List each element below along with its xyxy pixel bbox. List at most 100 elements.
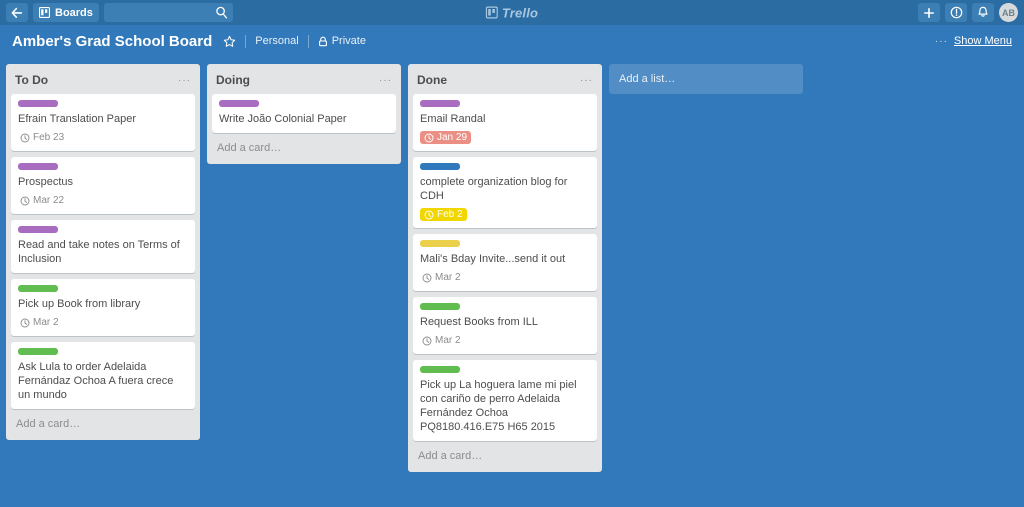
show-menu-group: ··· Show Menu [935,35,1012,47]
add-card-button[interactable]: Add a card… [408,441,602,470]
card-label[interactable] [420,163,460,170]
card[interactable]: Write João Colonial Paper [212,94,396,133]
lock-icon [318,36,328,47]
due-date-label: Feb 2 [437,209,463,220]
list-header: Doing ··· [207,64,401,94]
card-title: complete organization blog for CDH [420,176,568,202]
list-column: To Do ··· Efrain Translation Paper Feb 23 Pr… [6,64,200,440]
due-date-badge[interactable]: Jan 29 [420,131,472,144]
list-title[interactable]: To Do [15,73,48,87]
avatar[interactable]: AB [999,3,1018,22]
card-label[interactable] [18,100,58,107]
board-icon [39,7,50,18]
info-icon [950,6,963,19]
logo-wordmark: Trello [501,5,539,20]
list-column: Done ··· Email Randal Jan 29 complete organi… [408,64,602,472]
card-list: Efrain Translation Paper Feb 23 Prospectus… [6,94,200,409]
bell-icon [977,6,989,19]
card-meta: Feb 23 [18,131,188,144]
card[interactable]: Request Books from ILL Mar 2 [413,297,597,354]
list-menu-icon[interactable]: ··· [379,75,392,86]
visibility-label: Private [331,35,366,47]
card-title: Read and take notes on Terms of Inclusio… [18,239,180,265]
search-input[interactable] [103,6,272,19]
search-box[interactable] [103,3,272,22]
arrow-left-icon [11,7,23,19]
card[interactable]: Mali's Bday Invite...send it out Mar 2 [413,234,597,291]
card-title: Pick up La hoguera lame mi piel con cari… [420,379,577,433]
card-label[interactable] [420,366,460,373]
clock-icon [424,133,434,143]
star-icon[interactable] [223,35,236,48]
trello-logo[interactable]: Trello [485,5,539,20]
info-button[interactable] [945,3,967,22]
card-meta: Feb 2 [420,208,590,221]
card[interactable]: Read and take notes on Terms of Inclusio… [11,220,195,273]
due-date-badge[interactable]: Mar 2 [18,316,63,329]
card-label[interactable] [420,240,460,247]
card-meta: Jan 29 [420,131,590,144]
card-meta: Mar 22 [18,194,188,207]
list-title[interactable]: Done [417,73,447,87]
due-date-label: Feb 23 [33,132,65,143]
card-title: Ask Lula to order Adelaida Fernándaz Och… [18,361,174,401]
card-title: Prospectus [18,176,74,188]
boards-button[interactable]: Boards [33,3,99,22]
add-card-button[interactable]: Add a card… [6,409,200,438]
due-date-label: Mar 2 [33,317,59,328]
back-button[interactable] [6,3,28,22]
due-date-label: Mar 2 [435,272,461,283]
card[interactable]: Prospectus Mar 22 [11,157,195,214]
card-title: Mali's Bday Invite...send it out [420,253,566,265]
board-canvas: To Do ··· Efrain Translation Paper Feb 23 Pr… [0,57,1024,472]
topbar-right-actions: AB [918,3,1018,22]
card-label[interactable] [18,226,58,233]
due-date-badge[interactable]: Mar 2 [420,271,465,284]
card-meta: Mar 2 [18,316,188,329]
add-list-button[interactable]: Add a list… [609,64,803,94]
team-name[interactable]: Personal [255,35,298,47]
card-title: Write João Colonial Paper [219,113,347,125]
list-column: Doing ··· Write João Colonial Paper Add a c… [207,64,401,164]
card[interactable]: Email Randal Jan 29 [413,94,597,151]
card-label[interactable] [420,100,460,107]
card-label[interactable] [18,285,58,292]
due-date-label: Jan 29 [437,132,468,143]
due-date-badge[interactable]: Feb 2 [420,208,467,221]
clock-icon [20,196,30,206]
show-menu-link[interactable]: Show Menu [954,35,1012,47]
list-header: To Do ··· [6,64,200,94]
visibility-button[interactable]: Private [318,35,366,47]
card-title: Request Books from ILL [420,316,539,328]
add-card-button[interactable]: Add a card… [207,133,401,162]
notifications-button[interactable] [972,3,994,22]
list-menu-icon[interactable]: ··· [178,75,191,86]
card-label[interactable] [18,348,58,355]
card-label[interactable] [420,303,460,310]
card-label[interactable] [219,100,259,107]
due-date-badge[interactable]: Feb 23 [18,131,68,144]
card[interactable]: Pick up La hoguera lame mi piel con cari… [413,360,597,441]
card[interactable]: Pick up Book from library Mar 2 [11,279,195,336]
card[interactable]: complete organization blog for CDH Feb 2 [413,157,597,228]
due-date-badge[interactable]: Mar 22 [18,194,68,207]
due-date-label: Mar 22 [33,195,65,206]
card-label[interactable] [18,163,58,170]
board-header: Amber's Grad School Board Personal Priva… [0,25,1024,57]
clock-icon [20,318,30,328]
card[interactable]: Ask Lula to order Adelaida Fernándaz Och… [11,342,195,409]
page-title[interactable]: Amber's Grad School Board [12,33,212,50]
plus-icon [923,7,935,19]
card-list: Email Randal Jan 29 complete organization … [408,94,602,441]
due-date-badge[interactable]: Mar 2 [420,334,465,347]
card[interactable]: Efrain Translation Paper Feb 23 [11,94,195,151]
clock-icon [20,133,30,143]
add-button[interactable] [918,3,940,22]
boards-button-label: Boards [55,6,93,19]
more-options-icon[interactable]: ··· [935,36,948,47]
due-date-label: Mar 2 [435,335,461,346]
team-name-label: Personal [255,35,299,47]
search-icon[interactable] [215,6,228,19]
list-title[interactable]: Doing [216,73,250,87]
list-menu-icon[interactable]: ··· [580,75,593,86]
